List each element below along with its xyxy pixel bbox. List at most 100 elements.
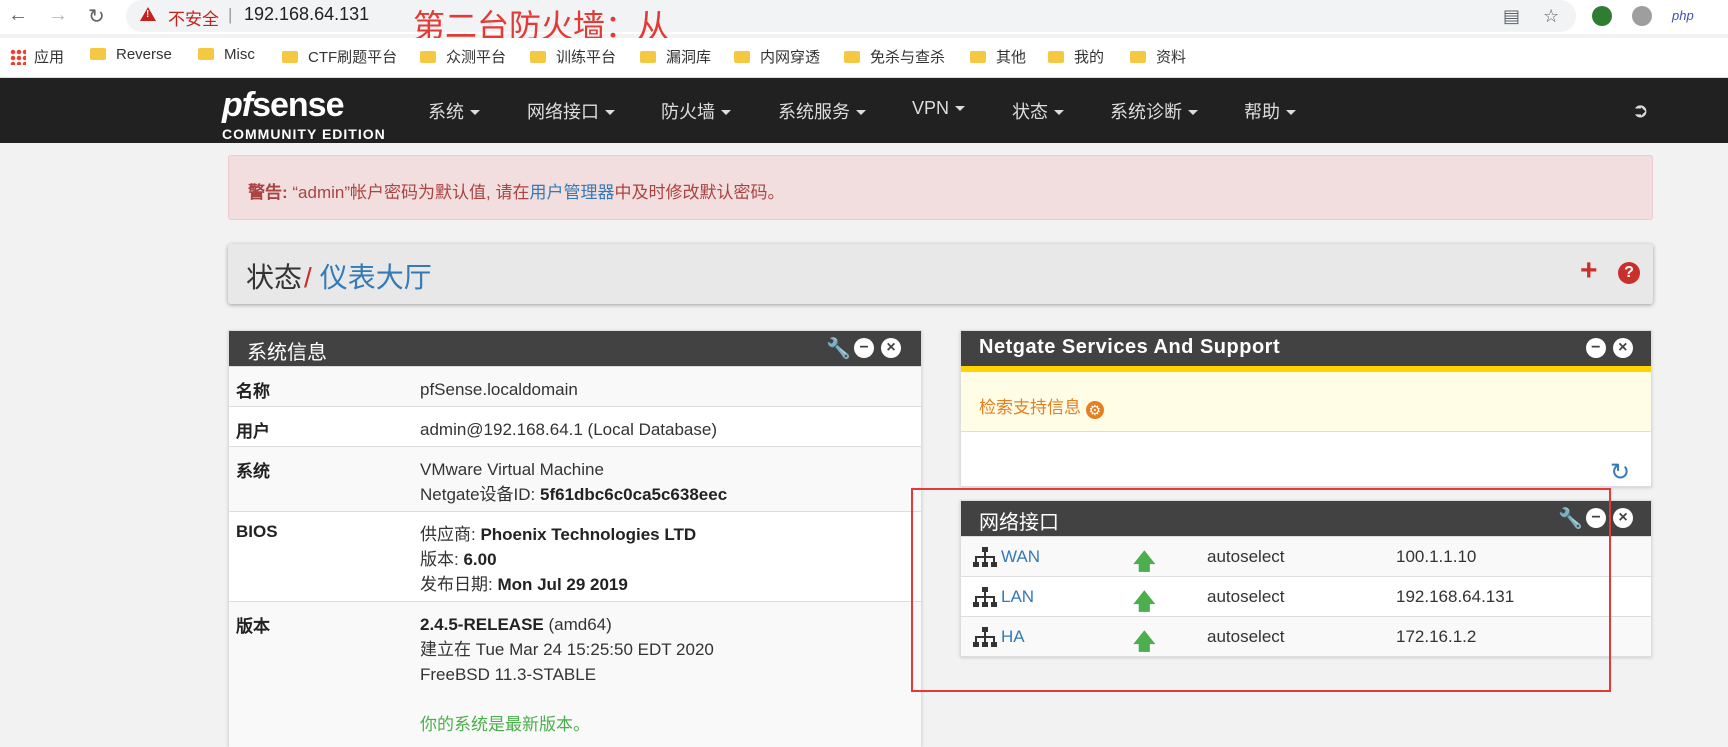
breadcrumb-slash: /: [304, 262, 312, 293]
bookmark-item[interactable]: 训练平台: [530, 46, 616, 67]
alert-text-2: 中及时修改默认密码。: [614, 183, 785, 202]
breadcrumb-section: 状态: [246, 262, 303, 293]
netgate-support-panel: Netgate Services And Support − × 检索支持信息 …: [960, 330, 1652, 487]
folder-icon: [640, 51, 656, 63]
menu-services[interactable]: 系统服务: [778, 98, 866, 124]
caret-down-icon: [856, 110, 866, 115]
forward-icon[interactable]: →: [48, 4, 68, 27]
help-icon[interactable]: ?: [1618, 262, 1640, 284]
annotation-highlight-box: [911, 488, 1611, 692]
menu-vpn[interactable]: VPN: [912, 98, 966, 119]
row-key: BIOS: [236, 522, 278, 541]
row-value: 供应商: Phoenix Technologies LTD 版本: 6.00 发…: [420, 525, 697, 594]
row-value: pfSense.localdomain: [420, 380, 578, 399]
close-icon[interactable]: ×: [881, 338, 901, 358]
panel-title: 系统信息: [247, 342, 327, 364]
logout-icon[interactable]: ➲: [1632, 98, 1649, 123]
close-icon[interactable]: ×: [1613, 508, 1633, 528]
menu-help[interactable]: 帮助: [1244, 98, 1296, 124]
bookmark-item[interactable]: Reverse: [90, 46, 172, 63]
alert-prefix: 警告:: [248, 183, 288, 202]
folder-icon: [420, 51, 436, 63]
bookmark-item[interactable]: 漏洞库: [640, 46, 711, 67]
user-manager-link[interactable]: 用户管理器: [529, 183, 614, 202]
gear-icon: ⚙: [1085, 401, 1104, 419]
bookmark-item[interactable]: 众测平台: [420, 46, 506, 67]
menu-status[interactable]: 状态: [1012, 98, 1064, 124]
row-key: 用户: [236, 422, 270, 441]
caret-down-icon: [470, 110, 480, 115]
folder-icon: [1130, 51, 1146, 63]
menu-system[interactable]: 系统: [428, 98, 480, 124]
bookmark-item[interactable]: 免杀与查杀: [844, 46, 945, 67]
insecure-warning-icon: [140, 7, 156, 21]
folder-icon: [1048, 51, 1064, 63]
folder-icon: [734, 51, 750, 63]
table-row: 用户 admin@192.168.64.1 (Local Database): [229, 406, 921, 446]
reload-icon[interactable]: ↻: [88, 4, 105, 29]
bookmark-apps[interactable]: 应用: [10, 46, 64, 67]
folder-icon: [530, 51, 546, 63]
refresh-icon[interactable]: ↻: [1610, 458, 1630, 487]
insecure-label: 不安全: [168, 10, 219, 29]
bookmark-item[interactable]: 资料: [1130, 46, 1186, 67]
bookmark-item[interactable]: 内网穿透: [734, 46, 820, 67]
php-extension-icon[interactable]: php: [1672, 8, 1694, 23]
alert-text: “admin”帐户密码为默认值, 请在: [287, 183, 530, 202]
panel-title: Netgate Services And Support: [979, 336, 1281, 358]
folder-icon: [198, 48, 214, 60]
back-icon[interactable]: ←: [8, 4, 28, 27]
bookmark-item[interactable]: 我的: [1048, 46, 1104, 67]
caret-down-icon: [1286, 110, 1296, 115]
pfsense-logo[interactable]: pfsense COMMUNITY EDITION: [222, 86, 385, 142]
add-widget-icon[interactable]: +: [1580, 256, 1598, 286]
table-row: 版本 2.4.5-RELEASE (amd64) 建立在 Tue Mar 24 …: [229, 601, 921, 747]
bookmark-star-icon[interactable]: ☆: [1543, 6, 1559, 27]
caret-down-icon: [605, 110, 615, 115]
folder-icon: [90, 48, 106, 60]
menu-firewall[interactable]: 防火墙: [661, 98, 731, 124]
apps-icon: [10, 49, 26, 65]
folder-icon: [844, 51, 860, 63]
folder-icon: [970, 51, 986, 63]
default-password-alert: 警告: “admin”帐户密码为默认值, 请在用户管理器中及时修改默认密码。: [228, 155, 1653, 220]
menu-diagnostics[interactable]: 系统诊断: [1110, 98, 1198, 124]
panel-header: Netgate Services And Support − ×: [961, 331, 1651, 366]
folder-icon: [282, 51, 298, 63]
breadcrumb: 状态/ 仪表大厅 + ?: [228, 244, 1653, 304]
close-icon[interactable]: ×: [1613, 338, 1633, 358]
edition-label: COMMUNITY EDITION: [222, 126, 386, 142]
minimize-icon[interactable]: −: [854, 338, 874, 358]
retrieve-support-link[interactable]: 检索支持信息 ⚙: [961, 372, 1651, 432]
caret-down-icon: [955, 106, 966, 111]
row-value: VMware Virtual Machine Netgate设备ID: 5f61…: [420, 460, 728, 504]
browser-toolbar: ← → ↻ 不安全 | 192.168.64.131 ▤ ☆ php: [0, 0, 1728, 34]
version-status: 你的系统是最新版本。: [420, 715, 590, 734]
url-text[interactable]: 192.168.64.131: [244, 4, 369, 25]
table-row: BIOS 供应商: Phoenix Technologies LTD 版本: 6…: [229, 511, 921, 601]
caret-down-icon: [1188, 110, 1198, 115]
translate-icon[interactable]: ▤: [1503, 6, 1520, 27]
caret-down-icon: [721, 110, 731, 115]
minimize-icon[interactable]: −: [1586, 338, 1606, 358]
row-value: admin@192.168.64.1 (Local Database): [420, 420, 718, 439]
menu-interfaces[interactable]: 网络接口: [527, 98, 615, 124]
bookmarks-bar: 应用 Reverse Misc CTF刷题平台 众测平台 训练平台 漏洞库 内网…: [0, 38, 1728, 78]
bookmark-item[interactable]: CTF刷题平台: [282, 46, 397, 67]
bookmark-item[interactable]: Misc: [198, 46, 255, 63]
row-key: 系统: [236, 462, 270, 481]
url-separator: |: [228, 5, 233, 24]
bookmark-item[interactable]: 其他: [970, 46, 1026, 67]
table-row: 系统 VMware Virtual Machine Netgate设备ID: 5…: [229, 446, 921, 511]
breadcrumb-page[interactable]: 仪表大厅: [320, 262, 432, 293]
panel-header: 系统信息 🔧 − ×: [229, 331, 921, 366]
system-info-panel: 系统信息 🔧 − × 名称 pfSense.localdomain 用户 adm…: [228, 330, 922, 747]
wrench-icon[interactable]: 🔧: [826, 336, 851, 361]
caret-down-icon: [1054, 110, 1064, 115]
table-row: 名称 pfSense.localdomain: [229, 366, 921, 406]
settings-extension-icon[interactable]: [1632, 6, 1652, 26]
row-key: 名称: [236, 382, 270, 401]
extension-icon[interactable]: [1592, 6, 1612, 26]
row-key: 版本: [236, 617, 270, 636]
row-value: 2.4.5-RELEASE (amd64) 建立在 Tue Mar 24 15:…: [420, 612, 714, 737]
